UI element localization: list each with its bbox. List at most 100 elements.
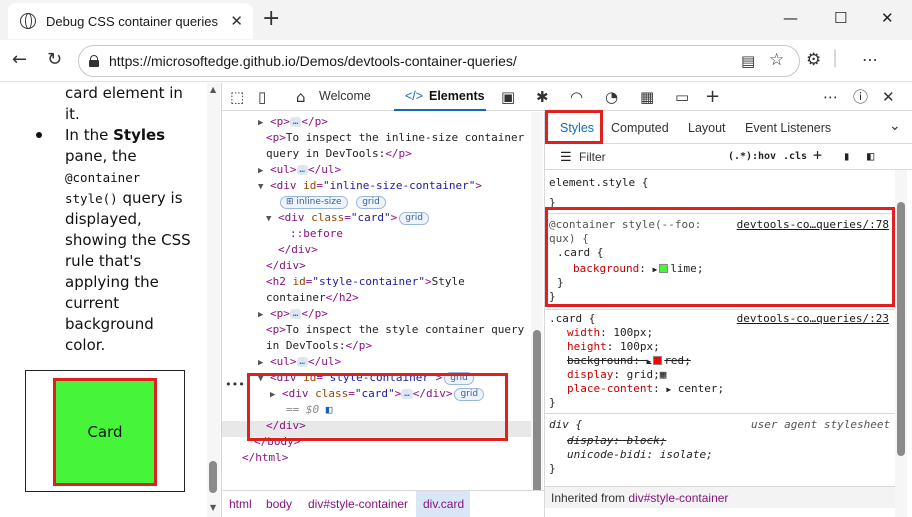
close-icon[interactable]: ✕ (230, 12, 243, 30)
tree-node-ul[interactable]: ▶ <ul>… </ul> (258, 162, 341, 179)
tree-close-div[interactable]: </div> (266, 258, 306, 274)
breadcrumb-div-card[interactable]: div.card (423, 497, 464, 511)
breadcrumb-body[interactable]: body (266, 497, 292, 511)
browser-tab[interactable]: Debug CSS container queries ✕ (8, 3, 253, 39)
tree-node-div-card[interactable]: ▼ <div class="card"> grid (266, 210, 429, 227)
plus-icon[interactable]: + (262, 8, 280, 30)
scroll-down-icon[interactable]: ▼ (210, 503, 216, 512)
styles-vscroll[interactable] (895, 170, 907, 517)
expand-icon[interactable]: ▶ (258, 118, 263, 128)
property-name[interactable]: width (567, 326, 600, 339)
style-property-row[interactable]: height: 100px; (567, 340, 660, 354)
element-style-selector[interactable]: element.style { (549, 176, 648, 190)
scroll-thumb[interactable] (533, 330, 541, 512)
tab-elements[interactable]: Elements (429, 89, 485, 103)
elements-vscroll[interactable] (531, 112, 543, 517)
property-value[interactable]: center (678, 382, 718, 395)
scroll-up-icon[interactable]: ▲ (210, 85, 216, 94)
bug-icon[interactable]: ✱ (536, 88, 549, 106)
favorite-icon[interactable]: ☆ (769, 49, 784, 71)
class-button[interactable]: .cls (783, 150, 807, 164)
property-name[interactable]: height (567, 340, 607, 353)
style-property-row[interactable]: place-content: ▶ center; (567, 382, 724, 397)
globe-icon (20, 13, 36, 29)
lock-icon[interactable] (89, 55, 99, 67)
property-name[interactable]: display (567, 368, 613, 381)
network-icon[interactable]: ◠ (570, 88, 583, 106)
help-icon[interactable]: ⓘ (853, 88, 868, 106)
home-icon[interactable]: ⌂ (296, 88, 306, 106)
tree-close-html[interactable]: </html> (242, 450, 288, 466)
page-scrollbar[interactable]: ▲ ▼ (207, 83, 220, 517)
tree-node-p[interactable]: <p>To inspect the style container query (266, 322, 524, 338)
address-bar[interactable]: https://microsoftedge.github.io/Demos/de… (78, 45, 800, 77)
style-property-row[interactable]: width: 100px; (567, 326, 653, 340)
card-selector[interactable]: .card { (549, 312, 595, 326)
minimize-icon[interactable]: — (783, 9, 798, 27)
tree-node-p[interactable]: ▶ <p>… </p> (258, 306, 328, 323)
maximize-icon[interactable]: ☐ (834, 9, 847, 27)
tree-node-p[interactable]: ▶ <p>… </p> (258, 114, 328, 131)
chevron-down-icon[interactable]: ⌄ (889, 117, 901, 134)
ua-stylesheet-label: user agent stylesheet (751, 418, 891, 431)
breadcrumb-html[interactable]: html (229, 497, 252, 511)
property-name[interactable]: background (567, 354, 633, 367)
color-swatch[interactable] (653, 356, 663, 365)
performance-icon[interactable]: ◔ (605, 88, 618, 106)
grid-badge[interactable]: grid (356, 196, 386, 209)
tree-text: query in DevTools: (266, 147, 386, 160)
property-value[interactable]: red (664, 354, 684, 367)
window-close-icon[interactable]: ✕ (881, 9, 894, 27)
regex-icon[interactable]: (.*) (728, 150, 752, 164)
ellipsis-badge[interactable]: … (289, 117, 302, 127)
url-text[interactable]: https://microsoftedge.github.io/Demos/de… (109, 53, 517, 69)
refresh-icon[interactable]: ↻ (47, 49, 62, 71)
scroll-thumb[interactable] (897, 202, 905, 456)
sidebar-toggle-icon[interactable]: ◧ (867, 149, 874, 163)
inspect-icon[interactable]: ⬚ (230, 88, 244, 106)
device-emulation-icon[interactable]: ▯ (258, 88, 266, 106)
breadcrumb-div-style-container[interactable]: div#style-container (308, 497, 408, 511)
tab-welcome[interactable]: Welcome (319, 89, 371, 103)
property-value[interactable]: 100px (620, 340, 653, 353)
paint-icon[interactable]: ▮ (843, 149, 850, 163)
elements-icon[interactable]: </> (405, 89, 423, 103)
back-icon[interactable]: ← (12, 49, 27, 71)
console-icon[interactable]: ▣ (501, 88, 515, 106)
div-selector[interactable]: div { (549, 418, 582, 432)
tree-node-h2[interactable]: <h2 id="style-container">Style (266, 274, 465, 290)
tree-close-div[interactable]: </div> (278, 242, 318, 258)
close-devtools-icon[interactable]: ✕ (882, 88, 895, 106)
grid-editor-icon[interactable]: ▦ (660, 368, 667, 381)
memory-icon[interactable]: ▦ (640, 88, 654, 106)
bullet (36, 132, 42, 138)
scroll-thumb[interactable] (209, 461, 217, 493)
tree-node-ul[interactable]: ▶ <ul>… </ul> (258, 354, 341, 371)
application-icon[interactable]: ▭ (675, 88, 689, 106)
more-tools-icon[interactable]: + (705, 88, 720, 106)
tag-text: </h2> (325, 291, 359, 304)
tree-node-before[interactable]: ::before (290, 226, 343, 242)
more-icon[interactable]: ⋯ (862, 49, 878, 71)
style-property-row[interactable]: display: grid;▦ (567, 368, 666, 382)
property-value[interactable]: grid (627, 368, 654, 381)
grid-badge[interactable]: grid (399, 212, 429, 225)
reader-icon[interactable]: ▤ (741, 50, 755, 72)
tab-layout[interactable]: Layout (688, 121, 726, 135)
new-rule-icon[interactable]: + (813, 148, 822, 163)
tree-node-p[interactable]: <p>To inspect the inline-size container (266, 130, 524, 146)
property-name[interactable]: place-content (567, 382, 653, 395)
source-link-23[interactable]: devtools-co…queries/:23 (737, 312, 889, 325)
property-value[interactable]: 100px (613, 326, 646, 339)
tab-computed[interactable]: Computed (611, 121, 669, 135)
more-dots-icon[interactable]: ••• (225, 377, 245, 393)
filter-input[interactable]: Filter (579, 150, 606, 164)
extensions-icon[interactable]: ⚙ (806, 49, 821, 71)
tree-node-div-inline[interactable]: ▼ <div id="inline-size-container"> (258, 178, 482, 195)
tab-event-listeners[interactable]: Event Listeners (745, 121, 831, 135)
inherited-link[interactable]: div#style-container (628, 491, 728, 505)
inline-size-badge[interactable]: ⊞ inline-size (280, 196, 348, 209)
more-options-icon[interactable]: ⋯ (823, 88, 838, 106)
hover-state-button[interactable]: :hov (752, 150, 776, 164)
style-property-row-overridden[interactable]: background: ▶ red; (567, 354, 691, 369)
